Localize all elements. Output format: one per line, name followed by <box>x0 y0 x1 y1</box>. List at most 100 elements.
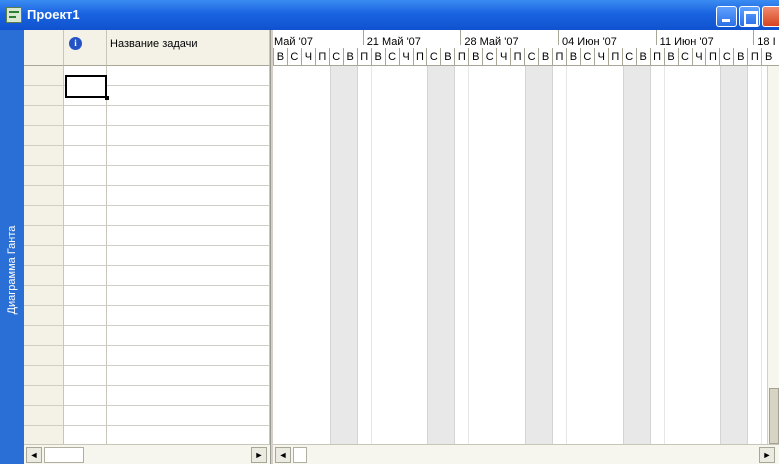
task-name-cell[interactable] <box>107 386 270 406</box>
table-row[interactable] <box>24 146 270 166</box>
task-name-cell[interactable] <box>107 126 270 146</box>
day-label: В <box>663 48 678 66</box>
select-all-header[interactable] <box>24 30 64 66</box>
table-row[interactable] <box>24 286 270 306</box>
table-row[interactable] <box>24 346 270 366</box>
indicator-cell[interactable] <box>64 126 107 146</box>
table-row[interactable] <box>24 66 270 86</box>
indicator-cell[interactable] <box>64 226 107 246</box>
table-row[interactable] <box>24 406 270 426</box>
task-name-cell[interactable] <box>107 326 270 346</box>
task-name-cell[interactable] <box>107 166 270 186</box>
table-row[interactable] <box>24 246 270 266</box>
table-row[interactable] <box>24 166 270 186</box>
table-row[interactable] <box>24 206 270 226</box>
task-name-cell[interactable] <box>107 426 270 446</box>
indicator-cell[interactable] <box>64 386 107 406</box>
row-selector[interactable] <box>24 406 64 426</box>
row-selector[interactable] <box>24 146 64 166</box>
chart-horizontal-scrollbar[interactable]: ◄ ► <box>273 444 779 464</box>
vertical-scroll-thumb[interactable] <box>769 388 779 444</box>
row-selector[interactable] <box>24 426 64 446</box>
weekend-band <box>329 66 358 444</box>
row-selector[interactable] <box>24 106 64 126</box>
chart-scroll-left-button[interactable]: ◄ <box>275 447 291 463</box>
row-selector[interactable] <box>24 126 64 146</box>
row-selector[interactable] <box>24 86 64 106</box>
table-row[interactable] <box>24 266 270 286</box>
row-selector[interactable] <box>24 306 64 326</box>
table-row[interactable] <box>24 386 270 406</box>
row-selector[interactable] <box>24 186 64 206</box>
task-name-cell[interactable] <box>107 346 270 366</box>
task-rows <box>24 66 270 446</box>
row-selector[interactable] <box>24 226 64 246</box>
task-name-cell[interactable] <box>107 206 270 226</box>
task-name-cell[interactable] <box>107 66 270 86</box>
chart-scroll-right-button[interactable]: ► <box>759 447 775 463</box>
row-selector[interactable] <box>24 246 64 266</box>
window-title: Проект1 <box>27 7 80 22</box>
table-row[interactable] <box>24 126 270 146</box>
row-selector[interactable] <box>24 66 64 86</box>
table-row[interactable] <box>24 86 270 106</box>
table-row[interactable] <box>24 326 270 346</box>
indicator-cell[interactable] <box>64 326 107 346</box>
table-scroll-thumb[interactable] <box>44 447 84 463</box>
day-label: В <box>468 48 482 66</box>
indicator-cell[interactable] <box>64 426 107 446</box>
indicator-cell[interactable] <box>64 286 107 306</box>
row-selector[interactable] <box>24 346 64 366</box>
indicator-cell[interactable] <box>64 106 107 126</box>
task-name-cell[interactable] <box>107 146 270 166</box>
task-name-cell[interactable] <box>107 226 270 246</box>
indicator-cell[interactable] <box>64 246 107 266</box>
indicator-cell[interactable] <box>64 186 107 206</box>
table-row[interactable] <box>24 106 270 126</box>
table-row[interactable] <box>24 226 270 246</box>
gantt-chart[interactable]: Май '07 21 Май '07 28 Май '07 04 Июн '07 11 … <box>273 30 779 444</box>
vertical-scrollbar[interactable] <box>767 66 779 444</box>
task-name-cell[interactable] <box>107 306 270 326</box>
window-titlebar[interactable]: Проект1 <box>0 0 779 30</box>
indicator-cell[interactable] <box>64 366 107 386</box>
task-name-cell[interactable] <box>107 106 270 126</box>
indicator-cell[interactable] <box>64 346 107 366</box>
task-name-cell[interactable] <box>107 286 270 306</box>
maximize-button[interactable] <box>739 6 760 27</box>
task-name-cell[interactable] <box>107 266 270 286</box>
table-row[interactable] <box>24 426 270 446</box>
row-selector[interactable] <box>24 366 64 386</box>
task-name-column-header[interactable]: Название задачи <box>107 30 270 66</box>
task-name-cell[interactable] <box>107 246 270 266</box>
table-row[interactable] <box>24 366 270 386</box>
indicator-cell[interactable] <box>64 206 107 226</box>
view-bar[interactable]: Диаграмма Ганта <box>0 30 24 464</box>
indicator-cell[interactable] <box>64 146 107 166</box>
table-horizontal-scrollbar[interactable]: ◄ ► <box>24 444 270 464</box>
day-label: П <box>314 48 329 66</box>
task-name-cell[interactable] <box>107 366 270 386</box>
row-selector[interactable] <box>24 166 64 186</box>
indicator-cell[interactable] <box>64 406 107 426</box>
scroll-right-button[interactable]: ► <box>251 447 267 463</box>
table-row[interactable] <box>24 306 270 326</box>
row-selector[interactable] <box>24 326 64 346</box>
task-name-cell[interactable] <box>107 86 270 106</box>
chart-scroll-thumb[interactable] <box>293 447 307 463</box>
table-row[interactable] <box>24 186 270 206</box>
minimize-button[interactable] <box>716 6 737 27</box>
indicators-column-header[interactable]: i <box>64 30 107 66</box>
task-name-cell[interactable] <box>107 186 270 206</box>
row-selector[interactable] <box>24 286 64 306</box>
indicator-cell[interactable] <box>64 306 107 326</box>
close-button[interactable] <box>762 6 779 27</box>
active-cell[interactable] <box>65 75 109 100</box>
row-selector[interactable] <box>24 386 64 406</box>
row-selector[interactable] <box>24 206 64 226</box>
task-name-cell[interactable] <box>107 406 270 426</box>
row-selector[interactable] <box>24 266 64 286</box>
scroll-left-button[interactable]: ◄ <box>26 447 42 463</box>
indicator-cell[interactable] <box>64 266 107 286</box>
indicator-cell[interactable] <box>64 166 107 186</box>
